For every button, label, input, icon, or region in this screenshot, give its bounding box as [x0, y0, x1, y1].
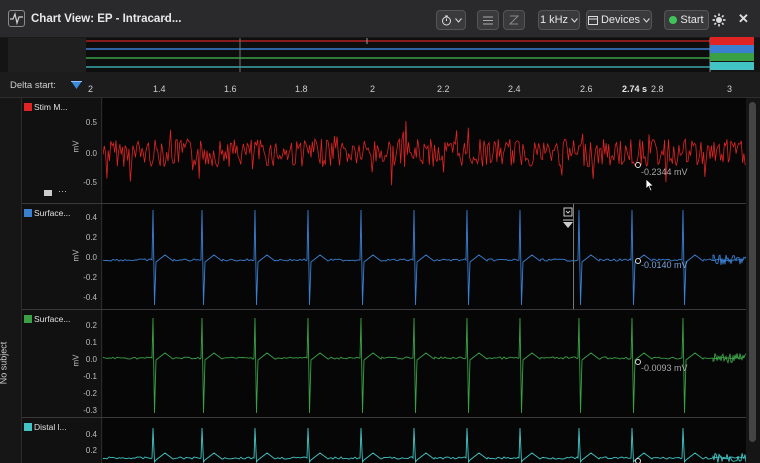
- overview-navigator[interactable]: [0, 37, 760, 72]
- y-tick: 0.0: [85, 149, 97, 158]
- y-tick: 0.2: [85, 233, 97, 242]
- channel-row-distal[interactable]: Distal l... 0.4 0.2: [22, 418, 746, 463]
- cursor-point: [635, 458, 641, 463]
- overview-swatch-cyan: [710, 62, 754, 70]
- sample-rate-dropdown[interactable]: 1 kHz: [538, 10, 580, 30]
- title-bar: Chart View: EP - Intracard... ··· 1 kHz …: [0, 0, 760, 38]
- stopwatch-icon: [441, 15, 451, 25]
- subject-column: No subject: [0, 98, 22, 463]
- sample-rate-label: 1 kHz: [539, 14, 569, 26]
- chevron-down-icon: [643, 17, 650, 23]
- delta-start-label: Delta start:: [10, 80, 56, 91]
- channel-header: Surface... mV 0.2 0.1 0.0 -0.1 -0.2 -0.3: [22, 310, 102, 417]
- y-tick: 0.5: [85, 118, 97, 127]
- channel-row-surface-2[interactable]: Surface... mV 0.2 0.1 0.0 -0.1 -0.2 -0.3…: [22, 310, 746, 418]
- y-tick: 0.4: [85, 213, 97, 222]
- channel-row-surface-1[interactable]: Surface... mV 0.4 0.2 0.0 -0.2 -0.4 -0.0…: [22, 204, 746, 310]
- chevron-down-icon: [571, 17, 578, 23]
- y-tick: -0.2: [83, 389, 97, 398]
- channel-header: Stim M... mV 0.5 0.0 -0.5 ···: [22, 98, 102, 203]
- channel-row-stim[interactable]: Stim M... mV 0.5 0.0 -0.5 ··· -0.2344 mV: [22, 98, 746, 204]
- channel-value-readout: -0.2344 mV: [641, 167, 688, 177]
- chart-app-icon: [8, 10, 25, 27]
- y-tick: -0.2: [83, 273, 97, 282]
- y-tick: 0.0: [85, 355, 97, 364]
- overview-swatch-green: [710, 53, 754, 61]
- y-tick: 0.2: [85, 321, 97, 330]
- channel-more-button[interactable]: ···: [58, 186, 67, 196]
- zero-button[interactable]: [503, 10, 525, 30]
- time-tick: 1.6: [224, 84, 237, 94]
- no-subject-label: No subject: [0, 341, 9, 385]
- channel-plot[interactable]: -0.2344 mV: [103, 98, 746, 203]
- time-tick: 2: [370, 84, 376, 94]
- mouse-pointer-icon: [645, 178, 655, 192]
- y-tick: 0.0: [85, 253, 97, 262]
- channel-color-swatch[interactable]: [24, 423, 32, 431]
- time-tick: 2.2: [437, 84, 450, 94]
- zero-offset-icon: [509, 15, 519, 25]
- cursor-time-readout: 2.74 s: [622, 84, 648, 94]
- time-tick: 2.8: [651, 84, 664, 94]
- channel-color-swatch[interactable]: [24, 315, 32, 323]
- channel-header: Distal l... 0.4 0.2: [22, 418, 102, 463]
- channel-name[interactable]: Stim M...: [34, 102, 68, 112]
- list-view-button[interactable]: [477, 10, 499, 30]
- time-tick: 2: [88, 84, 94, 94]
- close-button[interactable]: ✕: [738, 11, 749, 27]
- time-tick: 1.4: [153, 84, 166, 94]
- y-tick: -0.1: [83, 372, 97, 381]
- time-tick: 1.8: [295, 84, 308, 94]
- channel-name[interactable]: Distal l...: [34, 422, 67, 432]
- list-icon: [483, 16, 493, 24]
- overview-traces: [86, 38, 711, 72]
- channel-header: Surface... mV 0.4 0.2 0.0 -0.2 -0.4: [22, 204, 102, 309]
- record-status-icon: [669, 16, 678, 24]
- timer-dropdown-button[interactable]: [436, 10, 466, 30]
- channel-value-readout: -0.0140 mV: [641, 260, 688, 270]
- channel-color-swatch[interactable]: [24, 103, 32, 111]
- more-options-button[interactable]: ···: [152, 11, 168, 26]
- time-tick: 3: [727, 84, 733, 94]
- y-tick: 0.1: [85, 338, 97, 347]
- devices-label: Devices: [600, 14, 641, 26]
- settings-icon[interactable]: [712, 13, 726, 30]
- time-tick: 2.6: [580, 84, 593, 94]
- y-tick: -0.3: [83, 406, 97, 415]
- chevron-down-icon: [454, 17, 462, 23]
- channel-color-swatch[interactable]: [24, 209, 32, 217]
- vertical-scrollbar[interactable]: [746, 98, 760, 463]
- devices-icon: [587, 15, 598, 25]
- delta-marker-icon[interactable]: [71, 81, 82, 90]
- channel-plot[interactable]: -0.0093 mV: [103, 310, 746, 417]
- scrollbar-thumb[interactable]: [749, 102, 756, 442]
- y-tick: 0.2: [85, 446, 97, 455]
- channel-display-icon[interactable]: [44, 190, 52, 196]
- time-axis-row: Delta start: 2 1.4 1.6 1.8 2 2.2 2.4 2.6…: [0, 72, 760, 98]
- start-label: Start: [680, 14, 704, 26]
- y-tick: -0.5: [83, 178, 97, 187]
- overview-swatch-red: [710, 37, 754, 45]
- channel-name[interactable]: Surface...: [34, 208, 70, 218]
- time-tick: 2.4: [508, 84, 521, 94]
- channel-plot[interactable]: [103, 418, 746, 463]
- y-tick: -0.4: [83, 293, 97, 302]
- surface-1-trace: [103, 209, 746, 306]
- y-tick: 0.4: [85, 430, 97, 439]
- devices-dropdown[interactable]: Devices: [586, 10, 652, 30]
- distal-trace: [103, 427, 746, 463]
- channel-value-readout: -0.0093 mV: [641, 363, 688, 373]
- overview-swatch-blue: [710, 45, 754, 53]
- start-button[interactable]: Start: [664, 10, 709, 30]
- channel-plot[interactable]: -0.0140 mV: [103, 204, 746, 309]
- marker-line: [573, 204, 574, 309]
- channel-name[interactable]: Surface...: [34, 314, 70, 324]
